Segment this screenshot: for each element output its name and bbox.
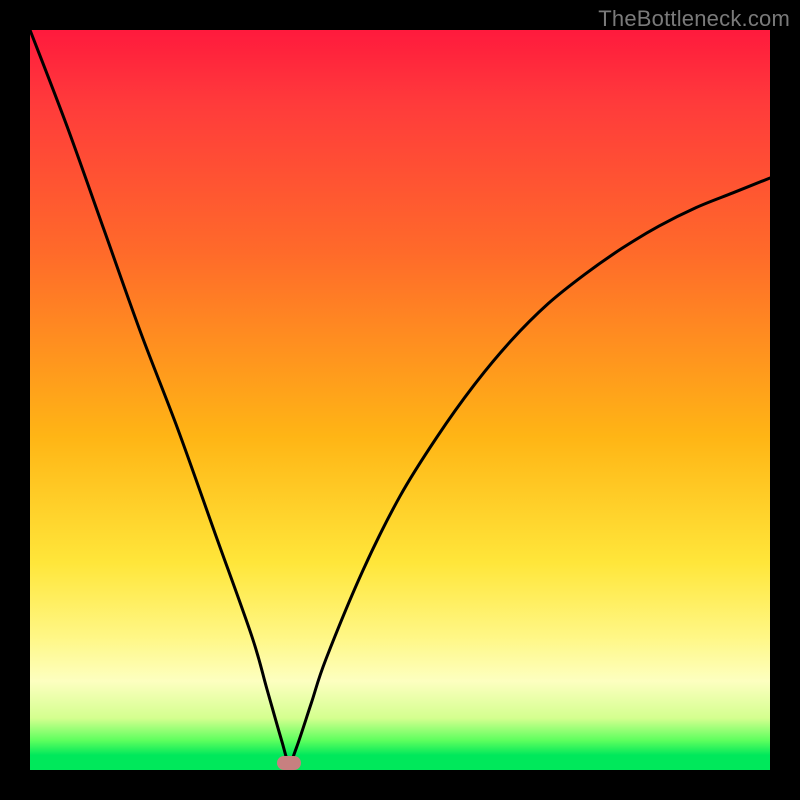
watermark-text: TheBottleneck.com (598, 6, 790, 32)
bottleneck-curve-line (30, 30, 770, 763)
chart-frame: TheBottleneck.com (0, 0, 800, 800)
bottleneck-curve-svg (30, 30, 770, 770)
minimum-marker (277, 756, 301, 770)
plot-area (30, 30, 770, 770)
